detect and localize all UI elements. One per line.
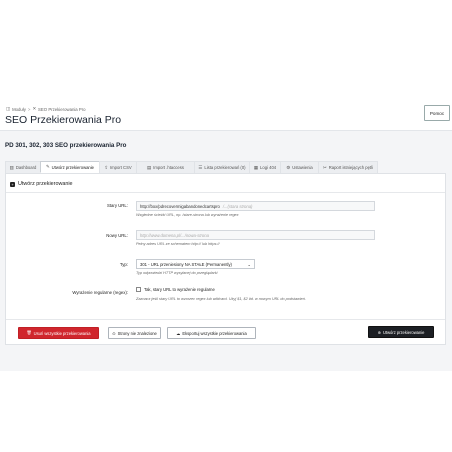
- export-all-label: Eksportuj wszystkie przekierowania: [182, 330, 247, 336]
- create-redirect-label: Utwórz przekierowanie: [383, 329, 425, 335]
- trash-icon: 🗑: [26, 330, 32, 335]
- type-help: Typ odpowiedzi HTTP wysyłanej do przeglą…: [136, 271, 218, 275]
- old-url-prefix: http://box/pdrecovermigabandonedcartspro: [140, 203, 220, 209]
- tab-bar: ▥ Dashboard ✎ Utwórz przekierowanie ⇪ Im…: [5, 161, 378, 173]
- tab-label: Dashboard: [15, 165, 37, 170]
- old-url-field[interactable]: http://box/pdrecovermigabandonedcartspro…: [136, 201, 375, 211]
- new-url-help: Pełny adres URL ze schematem http:// lub…: [136, 242, 220, 246]
- help-button[interactable]: Pomoc: [424, 105, 450, 121]
- tab-label: Raport istniejących pętli: [328, 165, 373, 170]
- regex-help: Zaznacz jeśli stary URL to wzorzec regex…: [136, 297, 306, 301]
- new-url-placeholder: http://www.domena.pl/.../nowa-strona: [140, 232, 209, 238]
- tab-label: Logi 404: [260, 165, 277, 170]
- cloud-download-icon: ☁: [176, 330, 181, 336]
- tab-create-redirect[interactable]: ✎ Utwórz przekierowanie: [40, 161, 100, 173]
- redirect-type-select[interactable]: 301 - URL przeniesiony NA STAŁE (Permane…: [136, 259, 255, 269]
- gear-icon: ⚙: [286, 164, 291, 170]
- edit-icon: ✎: [45, 164, 50, 169]
- regex-checkbox-row: Tak, stary URL to wyrażenie regularne: [136, 287, 215, 292]
- tab-label: Import CSV: [110, 165, 132, 170]
- search-icon: ⊙: [112, 330, 116, 336]
- tab-import-htaccess[interactable]: ▤ Import .htaccess: [136, 161, 195, 173]
- tab-import-csv[interactable]: ⇪ Import CSV: [99, 161, 137, 173]
- delete-all-redirects-button[interactable]: 🗑 Usuń wszystkie przekierowania: [18, 327, 99, 339]
- regex-checkbox-label[interactable]: Tak, stary URL to wyrażenie regularne: [144, 287, 215, 292]
- tab-label: Utwórz przekierowanie: [51, 164, 95, 170]
- old-url-label: Stary URL:: [106, 203, 128, 208]
- tab-dashboard[interactable]: ▥ Dashboard: [5, 161, 41, 173]
- page-title: SEO Przekierowania Pro: [5, 114, 122, 126]
- tab-label: Ustawienia: [292, 165, 313, 170]
- breadcrumb-current: SEO Przekierowania Pro: [38, 106, 86, 112]
- panel-divider: [6, 192, 445, 193]
- breadcrumb-separator-icon: ✕: [32, 106, 37, 111]
- list-icon: ☰: [198, 164, 203, 170]
- type-label: Typ:: [119, 262, 128, 267]
- modules-icon: ◫: [6, 106, 11, 111]
- tab-redirect-list[interactable]: ☰ Lista przekierowań (0): [194, 161, 250, 173]
- not-found-pages-button[interactable]: ⊙ Strony nie znalezione: [108, 327, 161, 339]
- delete-all-label: Usuń wszystkie przekierowania: [33, 330, 91, 336]
- regex-checkbox[interactable]: [136, 287, 141, 292]
- plus-square-icon: +: [10, 181, 15, 187]
- create-redirect-button[interactable]: ⊕ Utwórz przekierowanie: [368, 326, 434, 338]
- tab-label: Import .htaccess: [153, 165, 184, 170]
- new-url-field[interactable]: http://www.domena.pl/.../nowa-strona: [136, 230, 375, 240]
- old-url-placeholder: /...(stara strona): [222, 203, 253, 209]
- breadcrumb-home[interactable]: Moduły: [12, 107, 26, 112]
- old-url-help: Wzgledne ścieżki URL, np. /stare-strona …: [136, 213, 239, 217]
- new-url-label: Nowy URL:: [106, 233, 128, 238]
- module-title: PD 301, 302, 303 SEO przekierowania Pro: [5, 142, 127, 149]
- panel-header: + Utwórz przekierowanie: [10, 181, 73, 187]
- chart-icon: ▥: [9, 164, 14, 170]
- upload-icon: ⇪: [104, 164, 109, 170]
- breadcrumb-separator: >: [27, 106, 31, 112]
- tab-label: Lista przekierowań (0): [204, 165, 246, 170]
- tab-settings[interactable]: ⚙ Ustawienia: [280, 161, 319, 173]
- breadcrumb: ◫ Moduły > ✕ SEO Przekierowania Pro: [6, 106, 86, 112]
- plus-circle-icon: ⊕: [377, 329, 381, 335]
- export-all-button[interactable]: ☁ Eksportuj wszystkie przekierowania: [167, 327, 256, 339]
- tab-loop-report[interactable]: ✂ Raport istniejących pętli: [318, 161, 378, 173]
- file-icon: ▤: [147, 164, 152, 170]
- regex-label: Wyrażenie regularne (regex):: [72, 290, 128, 295]
- panel-title: Utwórz przekierowanie: [18, 181, 73, 187]
- panel-footer-divider: [6, 319, 445, 320]
- chevron-down-icon: ⌄: [247, 261, 251, 267]
- log-icon: ▦: [253, 164, 259, 170]
- wrench-icon: ✂: [323, 164, 327, 170]
- not-found-label: Strony nie znalezione: [117, 330, 157, 336]
- tab-logs-404[interactable]: ▦ Logi 404: [249, 161, 281, 173]
- redirect-type-value: 301 - URL przeniesiony NA STAŁE (Permane…: [140, 261, 232, 267]
